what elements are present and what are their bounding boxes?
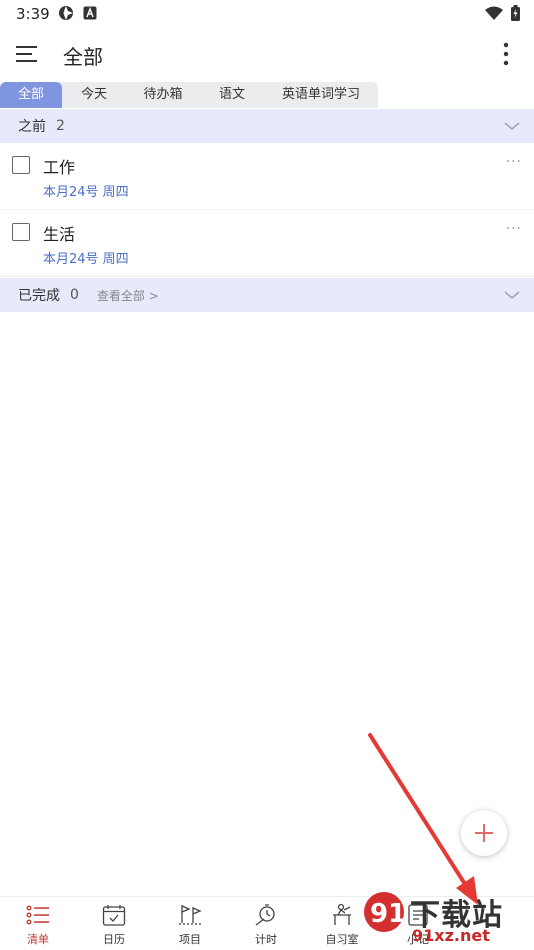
wifi-icon bbox=[485, 6, 503, 20]
nav-list[interactable]: 清单 bbox=[0, 897, 76, 950]
nav-label: 小记 bbox=[407, 933, 429, 946]
vertical-dots-icon bbox=[503, 42, 509, 66]
timer-icon bbox=[255, 904, 275, 926]
task-date: 本月24号 周四 bbox=[43, 252, 129, 267]
tab-english-vocab[interactable]: 英语单词学习 bbox=[264, 82, 378, 108]
nav-study-room[interactable]: 自习室 bbox=[304, 897, 380, 950]
task-checkbox[interactable] bbox=[12, 223, 30, 241]
section-completed-title: 已完成 bbox=[18, 288, 60, 304]
nav-label: 计时 bbox=[255, 933, 277, 946]
task-more-button[interactable]: ··· bbox=[506, 154, 522, 170]
view-all-link[interactable]: 查看全部 > bbox=[97, 287, 159, 304]
tab-today[interactable]: 今天 bbox=[62, 82, 126, 108]
hamburger-menu-icon bbox=[16, 46, 37, 62]
page-title: 全部 bbox=[63, 45, 103, 69]
app-notification-icon bbox=[83, 6, 97, 20]
status-icons-right bbox=[485, 5, 520, 21]
section-completed[interactable]: 已完成 0 查看全部 > bbox=[0, 278, 534, 312]
nav-label: 日历 bbox=[103, 933, 125, 946]
task-title: 生活 bbox=[43, 225, 76, 244]
nav-timer[interactable]: 计时 bbox=[228, 897, 304, 950]
more-options-button[interactable] bbox=[496, 40, 516, 68]
section-before-title: 之前 bbox=[18, 119, 46, 135]
task-date: 本月24号 周四 bbox=[43, 185, 129, 200]
sync-status-icon bbox=[59, 6, 73, 20]
calendar-icon bbox=[102, 905, 126, 926]
status-icons-left bbox=[58, 5, 97, 21]
study-room-icon bbox=[333, 903, 351, 925]
plus-icon bbox=[475, 824, 493, 842]
tab-inbox[interactable]: 待办箱 bbox=[126, 82, 200, 108]
nav-label: 自习室 bbox=[325, 933, 359, 946]
status-bar: 3:39 bbox=[0, 0, 534, 28]
section-before-count: 2 bbox=[56, 118, 65, 134]
tab-chinese[interactable]: 语文 bbox=[200, 82, 264, 108]
task-title: 工作 bbox=[43, 158, 76, 177]
nav-calendar[interactable]: 日历 bbox=[76, 897, 152, 950]
task-checkbox[interactable] bbox=[12, 156, 30, 174]
nav-note[interactable]: 小记 bbox=[380, 897, 456, 950]
nav-label: 项目 bbox=[179, 933, 201, 946]
menu-button[interactable] bbox=[14, 42, 40, 66]
nav-label: 清单 bbox=[27, 933, 49, 946]
note-icon bbox=[408, 904, 428, 926]
app-bar: 全部 bbox=[0, 28, 534, 80]
tab-all[interactable]: 全部 bbox=[0, 82, 62, 108]
bottom-navigation: 清单 日历 项目 计时 自习室 小记 bbox=[0, 896, 534, 950]
nav-project[interactable]: 项目 bbox=[152, 897, 228, 950]
chevron-down-icon[interactable] bbox=[504, 288, 520, 302]
section-before[interactable]: 之前 2 bbox=[0, 109, 534, 143]
task-item[interactable]: 生活 本月24号 周四 ··· bbox=[0, 211, 534, 277]
section-completed-count: 0 bbox=[70, 287, 79, 303]
status-time: 3:39 bbox=[16, 5, 50, 23]
list-icon bbox=[26, 905, 49, 925]
task-more-button[interactable]: ··· bbox=[506, 221, 522, 237]
chevron-down-icon[interactable] bbox=[504, 119, 520, 133]
add-task-button[interactable] bbox=[461, 810, 507, 856]
task-item[interactable]: 工作 本月24号 周四 ··· bbox=[0, 144, 534, 210]
battery-icon bbox=[511, 5, 520, 21]
project-icon bbox=[179, 905, 202, 925]
category-tabs: 全部 今天 待办箱 语文 英语单词学习 bbox=[0, 82, 378, 108]
